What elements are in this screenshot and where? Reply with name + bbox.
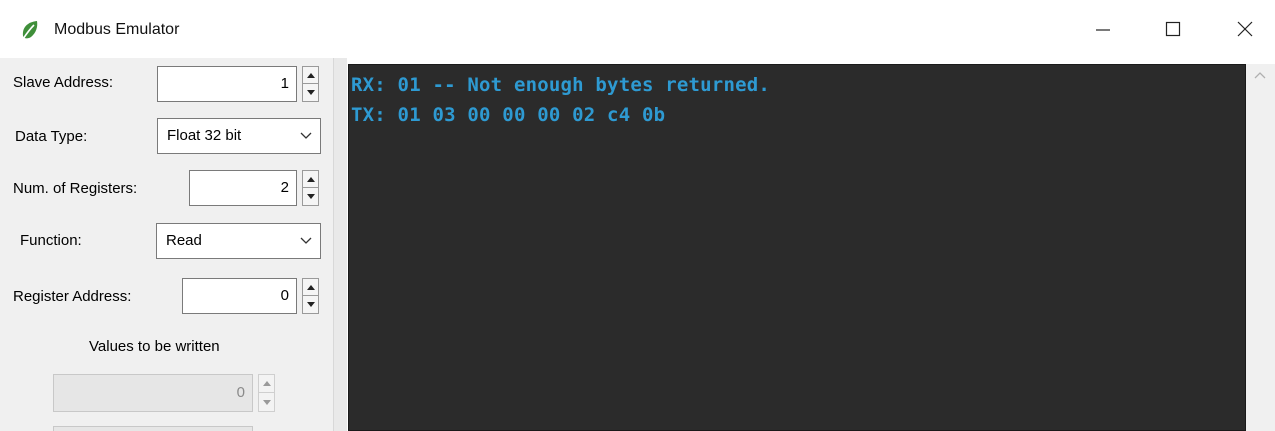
close-icon [1237,21,1253,37]
arrow-up-icon [306,72,315,78]
maximize-icon [1165,21,1181,37]
register-address-spinner[interactable] [302,278,319,314]
data-type-select[interactable]: Float 32 bit [157,118,321,154]
write-value-input[interactable]: 0 [53,374,253,412]
minimize-icon [1096,29,1110,31]
scroll-up-icon[interactable] [1254,70,1266,80]
values-section-title: Values to be written [89,338,220,355]
num-registers-value: 2 [280,179,289,196]
register-address-value: 0 [280,287,289,304]
register-address-label: Register Address: [13,288,132,305]
close-button[interactable] [1222,10,1268,48]
spin-down-button[interactable] [303,188,318,205]
function-select[interactable]: Read [156,223,321,259]
spin-down-button[interactable] [303,84,318,101]
panel-splitter[interactable] [333,58,347,431]
data-type-label: Data Type: [15,128,88,145]
chevron-down-icon [300,237,312,244]
console-line-rx: RX: 01 -- Not enough bytes returned. [351,74,771,96]
arrow-down-icon [262,399,271,405]
slave-address-input[interactable]: 1 [157,66,297,102]
console-line-tx: TX: 01 03 00 00 00 02 c4 0b [351,104,666,126]
spin-down-button[interactable] [303,296,318,313]
maximize-button[interactable] [1150,10,1196,48]
spin-down-button[interactable] [259,393,274,411]
slave-address-value: 1 [280,75,289,92]
minimize-button[interactable] [1080,10,1126,48]
num-registers-label: Num. of Registers: [13,180,138,197]
register-address-input[interactable]: 0 [182,278,297,314]
slave-address-spinner[interactable] [302,66,319,102]
arrow-up-icon [306,284,315,290]
console-scrollbar[interactable] [1246,64,1275,431]
spin-up-button[interactable] [303,67,318,84]
console-output[interactable]: RX: 01 -- Not enough bytes returned. TX:… [348,64,1246,431]
arrow-down-icon [306,194,315,199]
write-value: 0 [236,384,245,401]
slave-address-label: Slave Address: [13,74,114,91]
data-type-value: Float 32 bit [167,127,242,144]
spin-up-button[interactable] [259,375,274,393]
arrow-down-icon [306,302,315,307]
function-label: Function: [20,232,82,249]
function-value: Read [166,232,202,249]
arrow-up-icon [262,381,271,386]
arrow-down-icon [306,90,315,95]
write-value-input-2[interactable] [53,426,253,431]
app-window: Modbus Emulator Slave Address: 1 Data Ty… [0,0,1275,431]
leaf-icon [22,21,38,40]
chevron-down-icon [300,132,312,139]
num-registers-input[interactable]: 2 [189,170,297,206]
arrow-up-icon [306,176,315,182]
window-title: Modbus Emulator [54,21,180,38]
title-bar: Modbus Emulator [0,0,1275,58]
write-value-spinner[interactable] [258,374,275,412]
spin-up-button[interactable] [303,279,318,296]
spin-up-button[interactable] [303,171,318,188]
num-registers-spinner[interactable] [302,170,319,206]
